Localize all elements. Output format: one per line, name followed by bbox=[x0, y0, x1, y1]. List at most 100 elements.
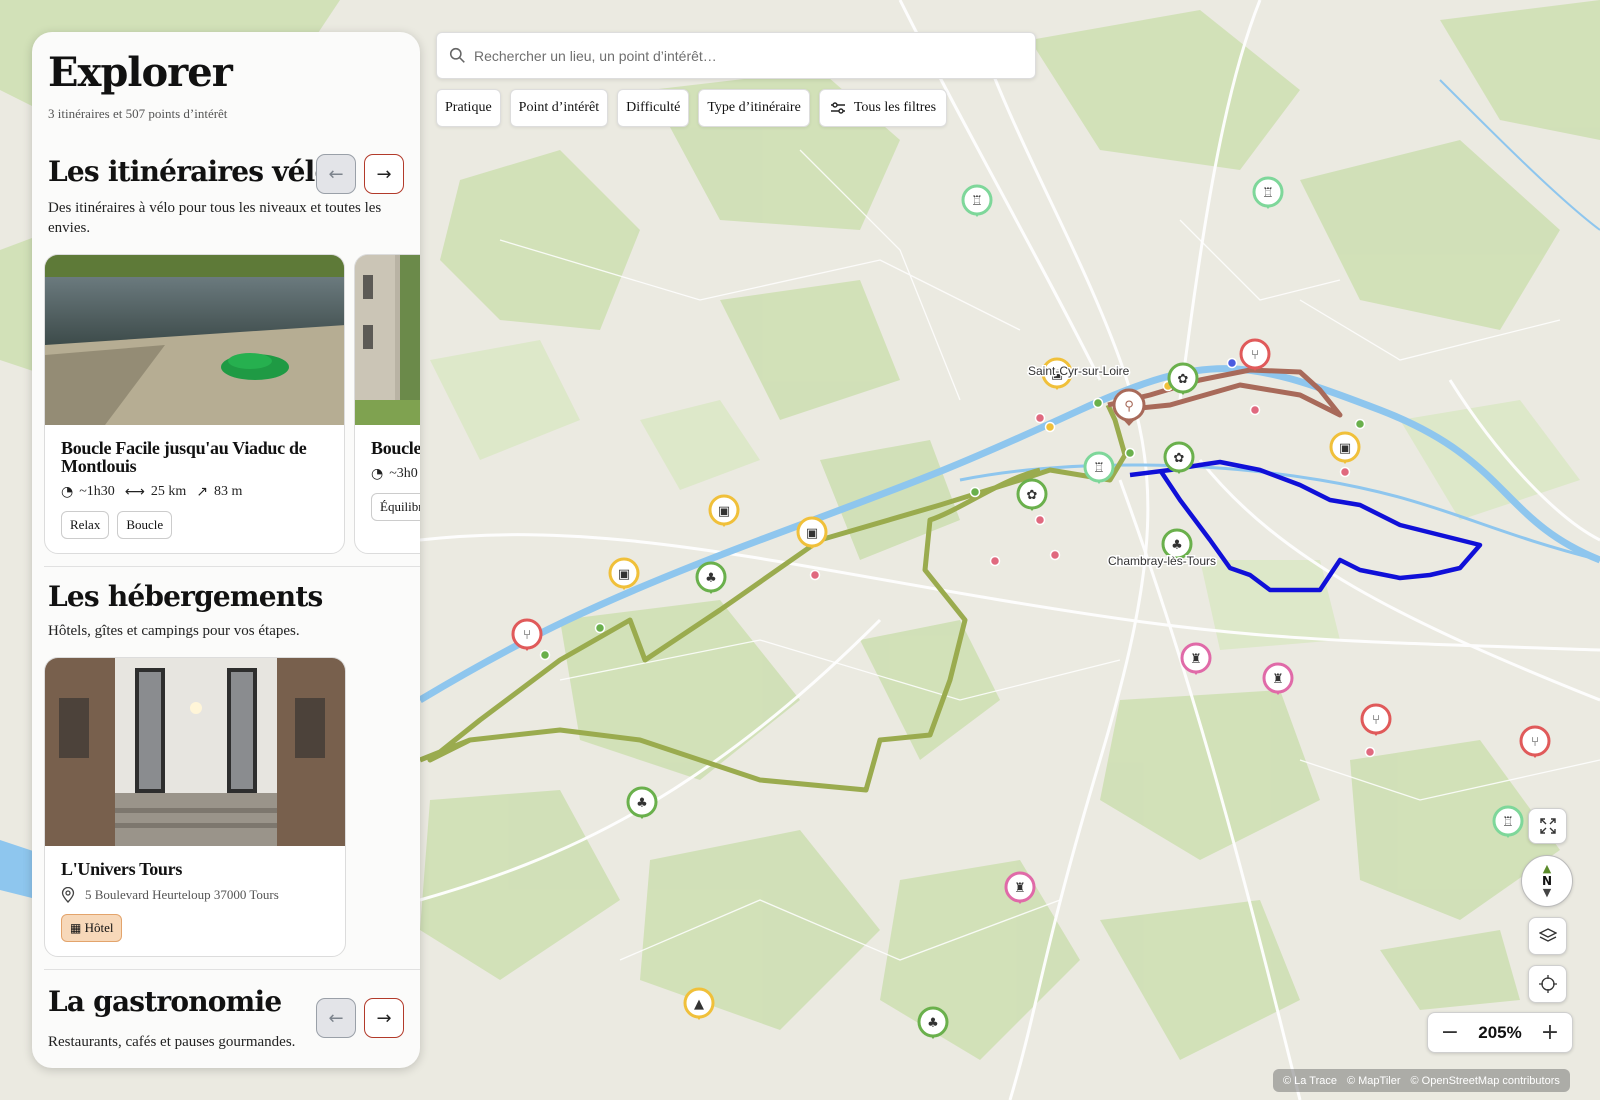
svg-text:▣: ▣ bbox=[1339, 441, 1351, 456]
filter-type-itineraire[interactable]: Type d’itinéraire bbox=[698, 89, 810, 127]
filter-pratique[interactable]: Pratique bbox=[436, 89, 501, 127]
svg-text:▲: ▲ bbox=[694, 997, 704, 1012]
svg-text:⑂: ⑂ bbox=[523, 628, 531, 643]
filter-label: Tous les filtres bbox=[853, 100, 937, 115]
search-input[interactable]: Rechercher un lieu, un point d’intérêt… bbox=[474, 48, 717, 64]
map-attribution: © La Trace © MapTiler © OpenStreetMap co… bbox=[1273, 1069, 1570, 1092]
accommodation-address-row: 5 Boulevard Heurteloup 37000 Tours bbox=[61, 887, 329, 903]
pin-icon bbox=[61, 887, 75, 903]
svg-text:▣: ▣ bbox=[718, 504, 730, 519]
section-gastronomie: La gastronomie ← → Restaurants, cafés et… bbox=[32, 984, 420, 1052]
attribution-item[interactable]: © OpenStreetMap contributors bbox=[1411, 1075, 1560, 1087]
section-description: Hôtels, gîtes et campings pour vos étape… bbox=[48, 623, 300, 639]
svg-text:♖: ♖ bbox=[1093, 461, 1105, 476]
route-tag: Équilibr bbox=[371, 493, 420, 521]
filter-label: Pratique bbox=[445, 100, 492, 115]
zoom-control: − 205% + bbox=[1427, 1012, 1573, 1053]
hotel-icon: ▦ bbox=[70, 921, 82, 935]
accommodation-image bbox=[45, 658, 345, 846]
layers-icon bbox=[1538, 928, 1557, 942]
zoom-in-icon[interactable]: + bbox=[1540, 1020, 1560, 1045]
compass-button[interactable]: ▲ N ▼ bbox=[1521, 855, 1573, 907]
route-meta: ◔ ~3h0 bbox=[371, 466, 420, 482]
section-hebergements: Les hébergements Hôtels, gîtes et campin… bbox=[32, 579, 420, 641]
svg-text:✿: ✿ bbox=[1174, 451, 1185, 466]
svg-text:✿: ✿ bbox=[1178, 372, 1189, 387]
filter-bar: Pratique Point d’intérêt Difficulté Type… bbox=[436, 89, 948, 127]
svg-text:♜: ♜ bbox=[1272, 672, 1284, 687]
filter-point-interet[interactable]: Point d’intérêt bbox=[509, 89, 609, 127]
zoom-out-icon[interactable]: − bbox=[1440, 1020, 1460, 1045]
route-title: Boucle Facile jusqu'au Viaduc de Montlou… bbox=[61, 438, 307, 476]
all-filters-button[interactable]: Tous les filtres bbox=[818, 89, 948, 127]
route-title: Boucle ... Châtea... bbox=[371, 438, 420, 458]
accommodation-title: L'Univers Tours bbox=[61, 859, 183, 879]
svg-text:⑂: ⑂ bbox=[1372, 713, 1380, 728]
arrow-right-icon: → bbox=[376, 163, 392, 185]
svg-text:♣: ♣ bbox=[1171, 538, 1183, 553]
svg-text:♖: ♖ bbox=[1262, 186, 1274, 201]
explorer-panel[interactable]: Explorer 3 itinéraires et 507 points d’i… bbox=[32, 32, 420, 1068]
svg-text:✿: ✿ bbox=[1027, 488, 1038, 503]
route-card[interactable]: Boucle Facile jusqu'au Viaduc de Montlou… bbox=[44, 254, 345, 554]
route-tag: Relax bbox=[61, 511, 110, 539]
divider bbox=[44, 566, 420, 567]
route-image bbox=[355, 255, 420, 425]
layers-button[interactable] bbox=[1528, 917, 1567, 955]
svg-text:♣: ♣ bbox=[705, 571, 717, 586]
section-itineraires: Les itinéraires vélo ← → Des itinéraires… bbox=[32, 154, 420, 238]
route-distance: 25 km bbox=[150, 484, 187, 499]
filter-label: Type d’itinéraire bbox=[707, 100, 801, 115]
svg-text:Chambray-lès-Tours: Chambray-lès-Tours bbox=[1108, 554, 1216, 568]
filter-label: Difficulté bbox=[626, 100, 681, 115]
route-image bbox=[45, 255, 344, 425]
svg-text:Saint-Cyr-sur-Loire: Saint-Cyr-sur-Loire bbox=[1028, 364, 1130, 378]
accommodation-card[interactable]: L'Univers Tours 5 Boulevard Heurteloup 3… bbox=[44, 657, 346, 957]
svg-text:♣: ♣ bbox=[927, 1016, 939, 1031]
arrow-left-icon: ← bbox=[328, 1007, 344, 1029]
carousel-next-button[interactable]: → bbox=[364, 154, 404, 194]
locate-icon bbox=[1538, 975, 1557, 993]
search-bar[interactable]: Rechercher un lieu, un point d’intérêt… bbox=[436, 32, 1036, 79]
svg-text:⚲: ⚲ bbox=[1124, 399, 1134, 414]
page-title: Explorer bbox=[48, 49, 233, 96]
svg-text:♜: ♜ bbox=[1190, 652, 1202, 667]
attribution-item[interactable]: © La Trace bbox=[1283, 1075, 1337, 1087]
carousel-prev-button[interactable]: ← bbox=[316, 998, 356, 1038]
svg-text:♖: ♖ bbox=[1502, 815, 1514, 830]
section-title: Les hébergements bbox=[48, 580, 323, 613]
route-card[interactable]: Boucle ... Châtea... ◔ ~3h0 Équilibr bbox=[354, 254, 420, 554]
distance-icon: ⟷ bbox=[124, 484, 145, 500]
svg-text:⑂: ⑂ bbox=[1251, 348, 1259, 363]
accommodation-cards: L'Univers Tours 5 Boulevard Heurteloup 3… bbox=[32, 657, 420, 957]
filter-label: Point d’intérêt bbox=[518, 100, 600, 115]
elevation-icon: ↗ bbox=[196, 484, 208, 500]
fullscreen-icon bbox=[1539, 818, 1556, 834]
route-duration: ~3h0 bbox=[389, 466, 418, 481]
svg-text:♜: ♜ bbox=[1014, 881, 1026, 896]
arrow-left-icon: ← bbox=[328, 163, 344, 185]
svg-text:♖: ♖ bbox=[971, 194, 983, 209]
section-description: Des itinéraires à vélo pour tous les niv… bbox=[48, 200, 382, 236]
accommodation-address: 5 Boulevard Heurteloup 37000 Tours bbox=[85, 887, 279, 902]
arrow-right-icon: → bbox=[376, 1007, 392, 1029]
sliders-icon bbox=[830, 102, 845, 114]
locate-button[interactable] bbox=[1528, 965, 1567, 1003]
svg-text:▣: ▣ bbox=[618, 567, 630, 582]
page-subtitle: 3 itinéraires et 507 points d’intérêt bbox=[48, 106, 228, 121]
carousel-next-button[interactable]: → bbox=[364, 998, 404, 1038]
svg-text:♣: ♣ bbox=[636, 796, 648, 811]
carousel-prev-button[interactable]: ← bbox=[316, 154, 356, 194]
accommodation-type-tag: ▦ Hôtel bbox=[61, 914, 123, 942]
filter-difficulte[interactable]: Difficulté bbox=[617, 89, 690, 127]
svg-text:⑂: ⑂ bbox=[1531, 735, 1539, 750]
route-duration: ~1h30 bbox=[79, 484, 115, 499]
svg-text:▣: ▣ bbox=[806, 526, 818, 541]
fullscreen-button[interactable] bbox=[1528, 808, 1567, 844]
zoom-level: 205% bbox=[1478, 1022, 1522, 1042]
clock-icon: ◔ bbox=[61, 484, 74, 500]
search-icon bbox=[449, 47, 465, 63]
clock-icon: ◔ bbox=[371, 466, 384, 482]
accommodation-type-label: Hôtel bbox=[84, 920, 114, 935]
attribution-item[interactable]: © MapTiler bbox=[1347, 1075, 1401, 1087]
